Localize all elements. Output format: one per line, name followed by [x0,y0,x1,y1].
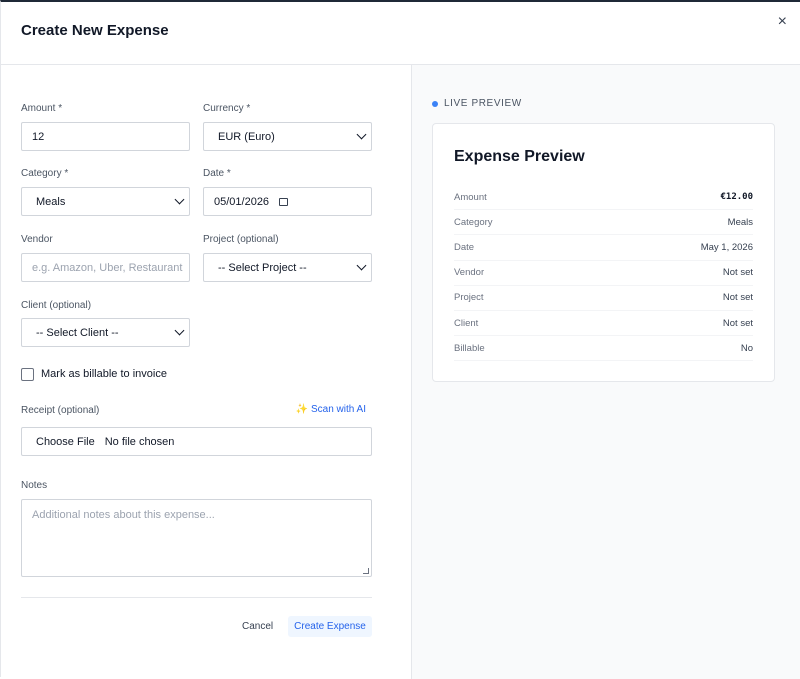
create-expense-button[interactable]: Create Expense [288,616,372,637]
date-input[interactable]: 05/01/2026 [203,187,372,216]
category-label: Category * [21,168,69,179]
preview-row-label: Project [454,292,484,304]
preview-row-value: May 1, 2026 [700,241,753,253]
project-label: Project (optional) [203,234,279,245]
preview-title: Expense Preview [454,148,585,165]
amount-input[interactable]: 12 [21,122,190,151]
preview-row-label: Category [454,216,493,228]
vendor-label: Vendor [21,234,53,245]
preview-rows: Amount €12.00 Category Meals Date May 1,… [454,185,753,362]
live-preview-badge: LIVE PREVIEW [432,98,522,109]
choose-file-button[interactable]: Choose File [36,436,95,448]
category-select[interactable]: Meals [21,187,190,216]
receipt-label: Receipt (optional) [21,405,100,416]
calendar-icon[interactable] [279,197,289,206]
preview-row-vendor: Vendor Not set [454,261,753,286]
date-value: 05/01/2026 [214,195,270,208]
preview-row-label: Amount [454,191,487,203]
preview-row-label: Vendor [454,267,485,279]
receipt-file-input[interactable]: Choose File No file chosen [21,427,372,456]
billable-label[interactable]: Mark as billable to invoice [41,368,167,380]
preview-row-amount: Amount €12.00 [454,185,753,211]
currency-select[interactable]: EUR (Euro) [203,122,372,151]
scan-with-ai-button[interactable]: ✨ Scan with AI [296,404,366,415]
preview-row-value: Not set [722,267,753,279]
live-preview-panel: LIVE PREVIEW Expense Preview Amount €12.… [411,65,800,679]
project-select[interactable]: -- Select Project -- [203,253,372,282]
client-label: Client (optional) [21,300,92,311]
preview-row-date: Date May 1, 2026 [454,235,753,261]
preview-row-label: Client [454,317,479,329]
chevron-down-icon [174,194,185,205]
billable-checkbox[interactable] [21,368,34,381]
preview-row-value: Not set [722,317,753,329]
preview-row-value: No [740,342,753,354]
preview-row-client: Client Not set [454,311,753,337]
notes-textarea[interactable]: Additional notes about this expense... [21,499,372,577]
preview-row-label: Billable [454,342,485,354]
dialog-title: Create New Expense [21,22,169,39]
preview-row-value: Meals [727,216,753,228]
project-value: -- Select Project -- [218,261,307,274]
notes-label: Notes [21,480,48,491]
amount-label: Amount * [21,103,63,114]
chevron-down-icon [356,260,367,271]
preview-row-project: Project Not set [454,286,753,311]
notes-placeholder: Additional notes about this expense... [32,509,215,521]
preview-row-category: Category Meals [454,210,753,236]
cancel-button[interactable]: Cancel [242,621,273,632]
live-preview-label: LIVE PREVIEW [444,98,522,109]
client-value: -- Select Client -- [36,326,119,339]
currency-label: Currency * [203,103,251,114]
divider [21,597,372,598]
chevron-down-icon [174,325,185,336]
date-label: Date * [203,168,231,179]
live-dot-icon [432,100,438,107]
preview-row-value: €12.00 [720,192,753,203]
preview-row-label: Date [454,241,475,253]
file-status: No file chosen [104,435,175,448]
close-button[interactable]: × [778,14,787,30]
preview-row-billable: Billable No [454,336,753,362]
client-select[interactable]: -- Select Client -- [21,318,190,347]
chevron-down-icon [356,129,367,140]
currency-value: EUR (Euro) [218,130,275,143]
preview-row-value: Not set [722,292,753,304]
category-value: Meals [36,195,66,208]
preview-card: Expense Preview Amount €12.00 Category M… [432,123,775,382]
resize-handle-icon[interactable] [363,568,369,574]
dialog-header: Create New Expense × [1,2,800,65]
create-expense-dialog: Create New Expense × Amount * 12 Currenc… [0,0,800,679]
expense-form: Amount * 12 Currency * EUR (Euro) Catego… [1,65,411,679]
vendor-input[interactable]: e.g. Amazon, Uber, Restaurant [21,253,190,282]
